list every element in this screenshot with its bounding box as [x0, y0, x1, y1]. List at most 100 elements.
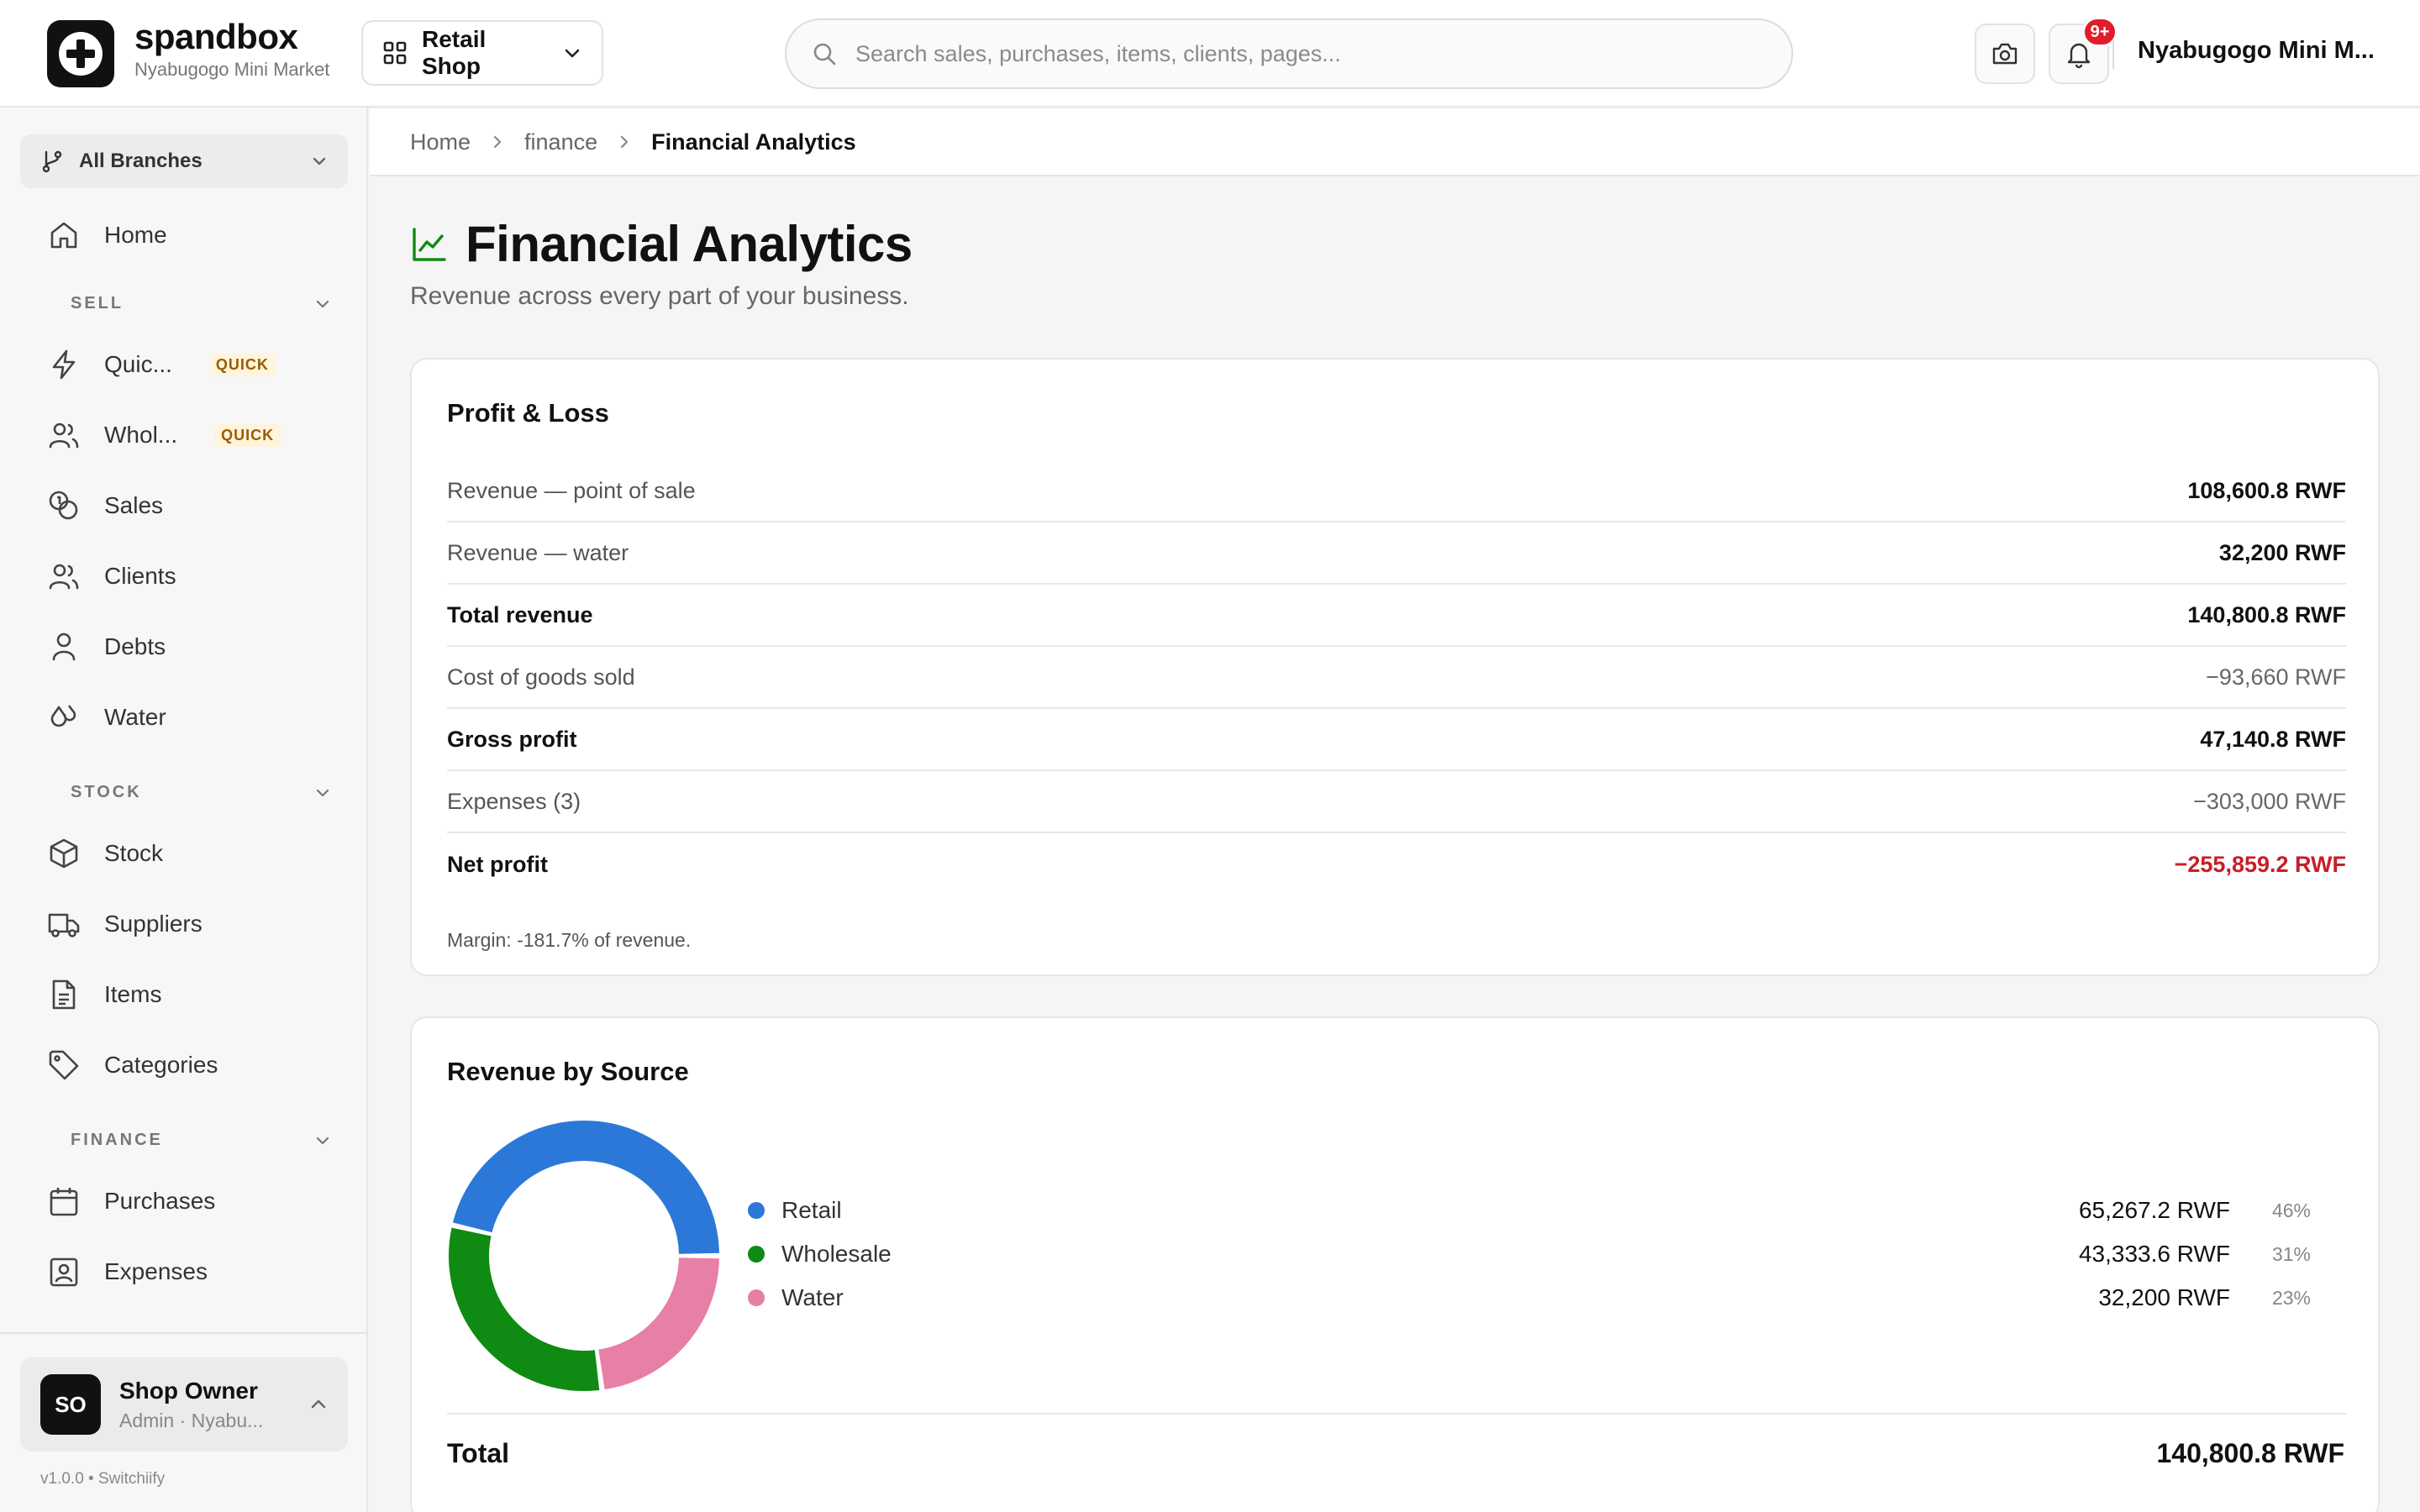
pl-row-revenue-pos: Revenue — point of sale 108,600.8 RWF	[447, 460, 2346, 522]
users-icon	[49, 564, 79, 590]
sidebar-item-label: Quic...	[104, 351, 172, 377]
legend-label: Water	[781, 1284, 844, 1310]
pl-row-expenses: Expenses (3) −303,000 RWF	[447, 771, 2346, 833]
sidebar-item-label: Purchases	[104, 1188, 216, 1214]
user-name: Shop Owner	[119, 1377, 258, 1404]
box-icon	[50, 838, 78, 869]
sidebar-divider	[0, 1332, 366, 1334]
pl-value: −303,000 RWF	[2193, 788, 2346, 814]
receipt-icon	[50, 1257, 78, 1287]
sidebar-item-suppliers[interactable]: Suppliers	[20, 894, 348, 954]
app-logo[interactable]	[47, 20, 114, 87]
pl-label: Revenue — point of sale	[447, 477, 696, 503]
sidebar-item-expenses[interactable]: Expenses	[20, 1242, 348, 1302]
tag-icon	[49, 1050, 79, 1080]
chevron-right-icon	[493, 135, 502, 149]
global-search[interactable]	[785, 18, 1793, 89]
sidebar-item-quick-sale[interactable]: Quic... QUICK	[20, 334, 348, 395]
pl-label: Revenue — water	[447, 539, 629, 565]
droplets-icon	[50, 705, 76, 727]
legend-value: 65,267.2 RWF	[2078, 1197, 2230, 1223]
pl-value: 108,600.8 RWF	[2187, 477, 2346, 503]
page-subtitle: Revenue across every part of your busine…	[410, 282, 909, 310]
pl-row-total-revenue: Total revenue 140,800.8 RWF	[447, 585, 2346, 647]
grid-icon	[383, 41, 407, 65]
sidebar-item-label: Debts	[104, 633, 166, 659]
sidebar-item-label: Items	[104, 981, 162, 1007]
sidebar-item-sales[interactable]: Sales	[20, 475, 348, 536]
search-icon	[813, 43, 836, 66]
sidebar-item-categories[interactable]: Categories	[20, 1035, 348, 1095]
sidebar-item-label: Home	[104, 222, 167, 248]
top-divider	[2112, 39, 2114, 69]
sidebar-item-label: Water	[104, 704, 166, 730]
sidebar-item-water[interactable]: Water	[20, 687, 348, 748]
plus-logo-icon	[59, 32, 103, 76]
coins-icon	[49, 491, 78, 520]
chevron-down-icon	[313, 157, 326, 165]
chevron-down-icon	[316, 789, 329, 796]
margin-note: Margin: -181.7% of revenue.	[447, 929, 692, 951]
quick-badge: QUICK	[208, 353, 276, 376]
org-menu[interactable]: Nyabugogo Mini M...	[2138, 37, 2390, 65]
branch-selector[interactable]: All Branches	[20, 134, 348, 188]
shop-selector[interactable]: Retail Shop	[361, 20, 603, 86]
breadcrumb-home[interactable]: Home	[410, 129, 471, 155]
card-title: Revenue by Source	[447, 1057, 689, 1086]
chevron-right-icon	[621, 135, 629, 149]
camera-button[interactable]	[1975, 24, 2035, 84]
donut-slice-wholesale[interactable]	[449, 1227, 600, 1391]
sidebar-item-debts[interactable]: Debts	[20, 617, 348, 677]
brand-name: spandbox	[134, 17, 298, 56]
pl-label: Total revenue	[447, 601, 593, 627]
file-icon	[52, 979, 76, 1010]
profit-loss-card: Profit & Loss Revenue — point of sale 10…	[410, 358, 2380, 976]
section-title: STOCK	[71, 783, 142, 801]
search-input[interactable]	[855, 40, 1766, 67]
chevron-down-icon	[316, 300, 329, 307]
sidebar-item-label: Suppliers	[104, 911, 203, 937]
legend-value: 43,333.6 RWF	[2078, 1241, 2230, 1267]
quick-badge: QUICK	[214, 423, 281, 447]
donut-slice-retail[interactable]	[452, 1121, 719, 1255]
section-header-finance[interactable]: FINANCE	[71, 1131, 331, 1150]
user-menu[interactable]: SO Shop Owner Admin · Nyabu...	[20, 1357, 348, 1452]
sidebar-item-label: Categories	[104, 1052, 218, 1078]
shop-selector-label: Retail Shop	[422, 26, 487, 79]
pl-row-revenue-water: Revenue — water 32,200 RWF	[447, 522, 2346, 585]
home-icon	[50, 222, 77, 249]
card-title: Profit & Loss	[447, 398, 609, 428]
sidebar: All Branches Home SELL Quic... QUICK Who…	[0, 108, 368, 1512]
section-header-stock[interactable]: STOCK	[71, 783, 331, 802]
brand-subtitle: Nyabugogo Mini Market	[134, 59, 330, 80]
sidebar-item-clients[interactable]: Clients	[20, 546, 348, 606]
page-header: Financial Analytics	[410, 215, 913, 273]
notifications-button[interactable]: 9+	[2049, 17, 2118, 84]
total-divider	[447, 1413, 2346, 1415]
calendar-icon	[50, 1188, 78, 1216]
sidebar-item-wholesale[interactable]: Whol... QUICK	[20, 405, 348, 465]
total-label: Total	[447, 1438, 510, 1468]
version-label: v1.0.0 • Switchiify	[40, 1470, 166, 1488]
line-chart-icon	[413, 227, 446, 261]
sidebar-item-label: Stock	[104, 840, 164, 866]
sidebar-item-label: Whol...	[104, 422, 178, 448]
branch-selector-label: All Branches	[79, 150, 203, 172]
donut-slice-water[interactable]	[597, 1257, 719, 1390]
pl-value: 140,800.8 RWF	[2187, 601, 2346, 627]
sidebar-item-items[interactable]: Items	[20, 964, 348, 1025]
section-header-sell[interactable]: SELL	[71, 294, 331, 313]
sidebar-item-stock[interactable]: Stock	[20, 823, 348, 884]
sidebar-item-home[interactable]: Home	[20, 205, 348, 265]
pl-label: Expenses (3)	[447, 788, 581, 814]
pl-value: 47,140.8 RWF	[2200, 726, 2346, 752]
pl-value: 32,200 RWF	[2218, 539, 2346, 565]
camera-icon	[1992, 43, 2018, 65]
sidebar-item-purchases[interactable]: Purchases	[20, 1171, 348, 1231]
breadcrumb-finance[interactable]: finance	[524, 129, 597, 155]
pl-label: Gross profit	[447, 726, 577, 752]
chevron-down-icon	[565, 49, 580, 58]
users-icon	[49, 423, 79, 449]
legend-percent: 31%	[2271, 1242, 2311, 1265]
revenue-by-source-card: Revenue by Source Retail 65,267.2 RWF 46…	[410, 1016, 2380, 1512]
